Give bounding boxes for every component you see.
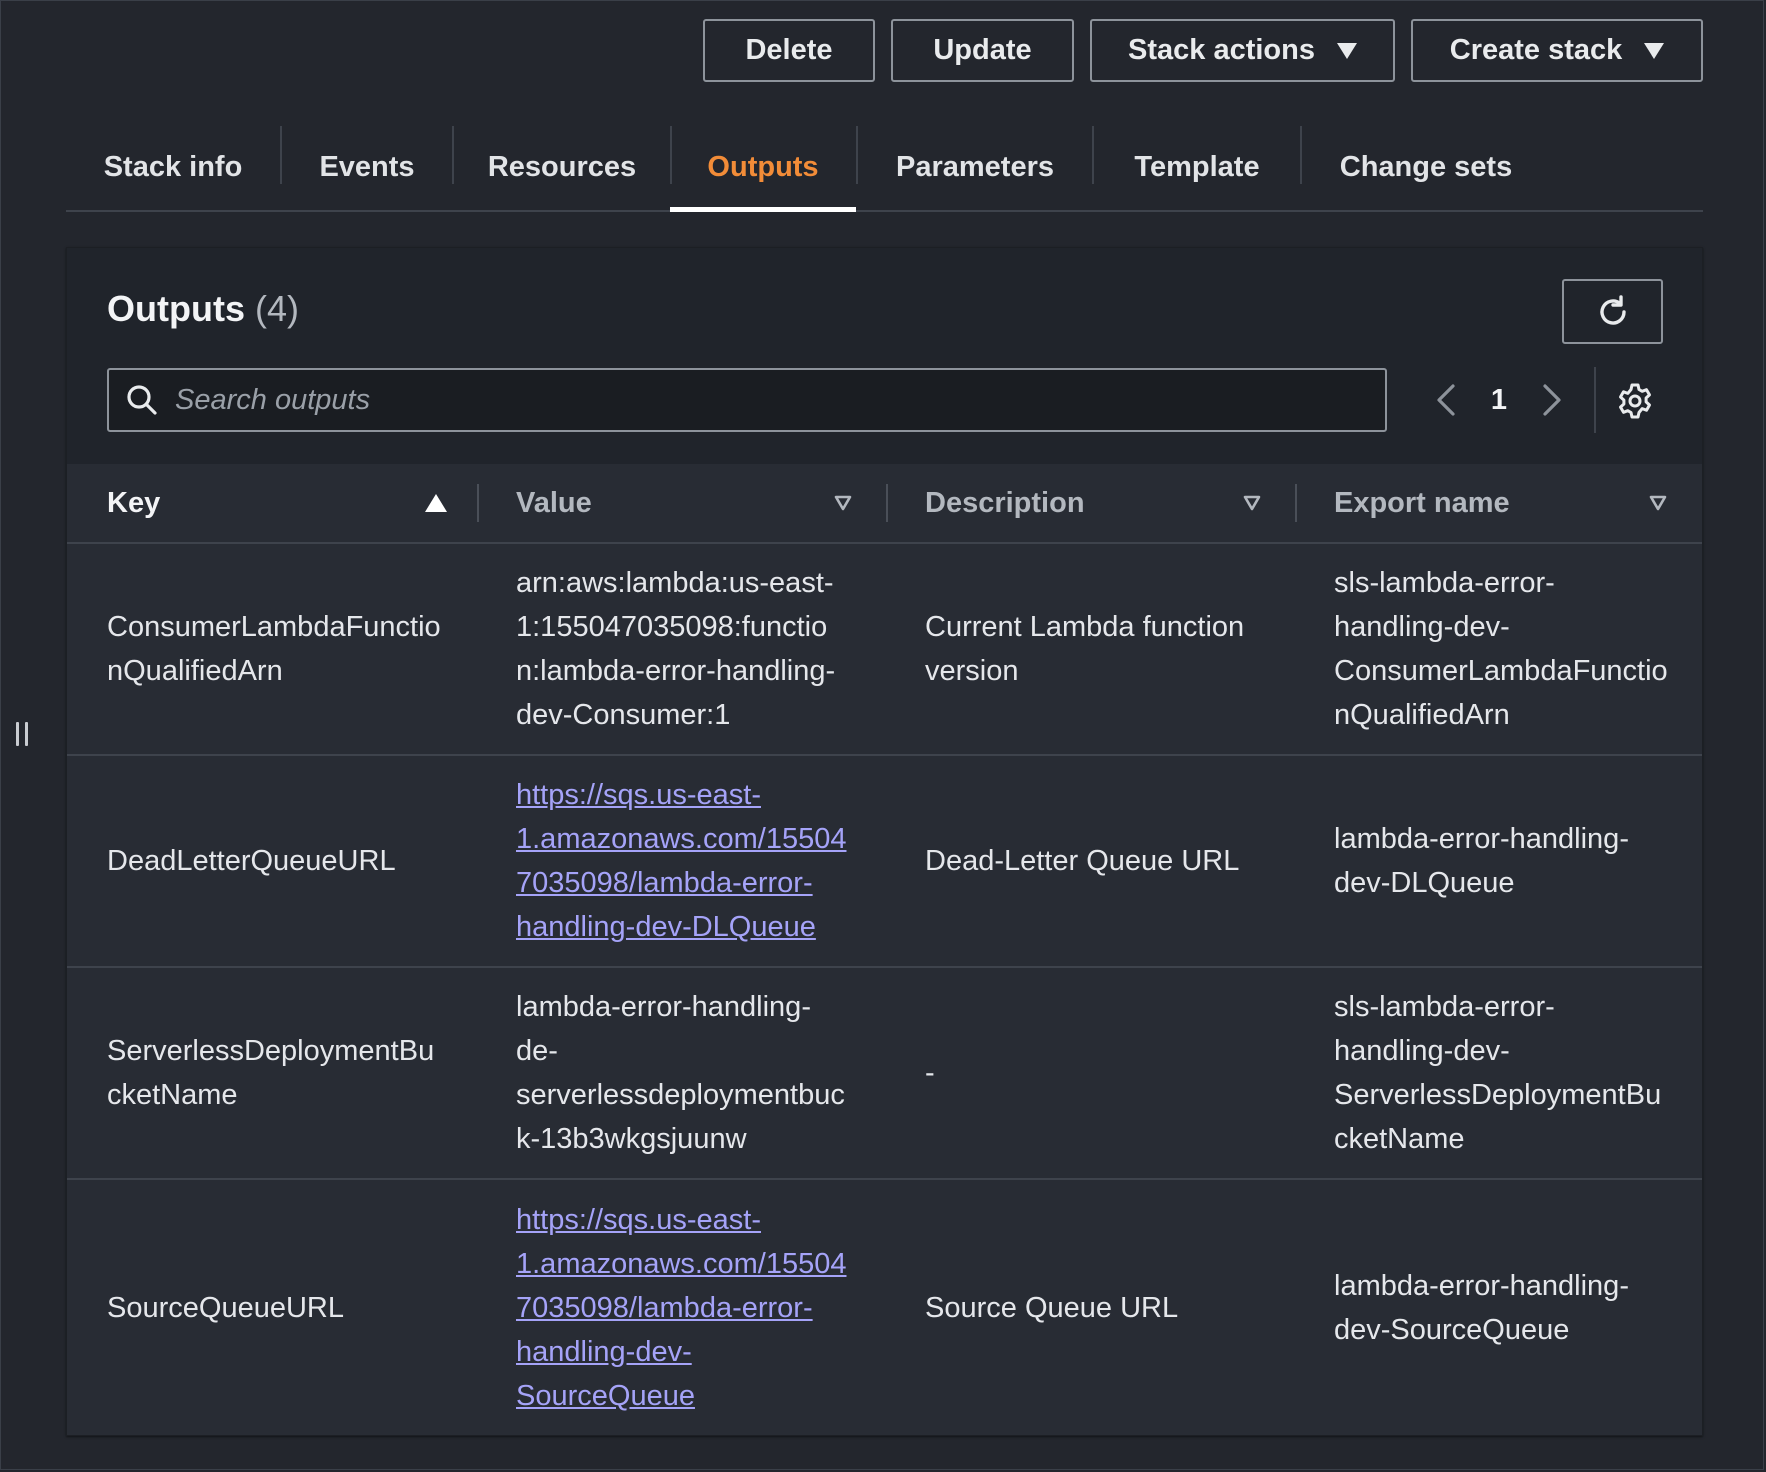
tab-label: Outputs [707,150,819,183]
preferences-button[interactable] [1615,381,1655,421]
sort-toggle-icon[interactable] [1649,495,1667,511]
description-text: Dead-Letter Queue URL [925,845,1240,877]
pager-divider [1594,367,1596,433]
tab-label: Events [319,150,415,183]
cell-value: https://sqs.us-east- 1.amazonaws.com/155… [516,1180,856,1435]
outputs-panel: Outputs (4) 1 K [66,247,1703,1436]
cell-description: Dead-Letter Queue URL [925,756,1265,966]
tab-label: Resources [487,150,637,183]
column-divider[interactable] [477,484,479,522]
search-field [107,368,1387,432]
value-text: lambda-error-handling- de- serverlessdep… [516,991,845,1155]
tab-events[interactable]: Events [282,124,452,210]
cell-key: DeadLetterQueueURL [107,756,437,966]
stack-actions-button[interactable]: Stack actions [1090,19,1395,82]
table-row: DeadLetterQueueURL https://sqs.us-east- … [67,756,1702,968]
cell-description: Current Lambda function version [925,544,1265,754]
delete-button[interactable]: Delete [703,19,875,82]
next-page-button[interactable] [1531,378,1571,422]
chevron-left-icon [1437,384,1455,416]
column-divider[interactable] [886,484,888,522]
description-text: Source Queue URL [925,1291,1179,1324]
key-text: ConsumerLambdaFunctio nQualifiedArn [107,611,441,687]
cell-export-name: sls-lambda-error- handling-dev- Serverle… [1334,968,1674,1178]
export-name-text: sls-lambda-error- handling-dev- Serverle… [1334,991,1662,1155]
create-stack-button[interactable]: Create stack [1411,19,1703,82]
key-text: DeadLetterQueueURL [107,845,396,877]
update-button[interactable]: Update [891,19,1074,82]
update-button-label: Update [933,34,1032,66]
cell-export-name: lambda-error-handling- dev-SourceQueue [1334,1180,1674,1435]
sort-toggle-icon[interactable] [1243,495,1261,511]
page-number-button[interactable]: 1 [1479,380,1519,420]
tab-label: Parameters [896,150,1054,183]
cell-export-name: sls-lambda-error- handling-dev- Consumer… [1334,544,1674,754]
cell-value: lambda-error-handling- de- serverlessdep… [516,968,856,1178]
table-row: SourceQueueURL https://sqs.us-east- 1.am… [67,1180,1702,1435]
export-name-text: lambda-error-handling- dev-SourceQueue [1334,1269,1629,1346]
tab-stack-info[interactable]: Stack info [66,124,280,210]
previous-page-button[interactable] [1427,378,1467,422]
panel-resize-handle[interactable] [16,722,30,748]
tab-template[interactable]: Template [1094,124,1300,210]
stack-actions-label: Stack actions [1128,34,1315,66]
key-text: SourceQueueURL [107,1291,344,1324]
tab-change-sets[interactable]: Change sets [1302,124,1550,210]
column-header-value[interactable]: Value [516,464,592,542]
value-link[interactable]: https://sqs.us-east- 1.amazonaws.com/155… [516,1198,846,1418]
sort-ascending-icon[interactable] [425,494,447,512]
value-link[interactable]: https://sqs.us-east- 1.amazonaws.com/155… [516,773,846,949]
cell-key: ServerlessDeploymentBu cketName [107,968,437,1178]
export-name-text: lambda-error-handling- dev-DLQueue [1334,823,1629,899]
table-row: ConsumerLambdaFunctio nQualifiedArn arn:… [67,544,1702,756]
tab-label: Stack info [103,150,243,183]
caret-down-icon [1644,42,1665,59]
search-input[interactable] [173,382,1385,418]
stack-tabs: Stack info Events Resources Outputs Para… [66,124,1703,212]
export-name-text: sls-lambda-error- handling-dev- Consumer… [1334,567,1668,731]
tab-label: Change sets [1339,150,1513,183]
column-header-export-name[interactable]: Export name [1334,464,1510,542]
column-header-description[interactable]: Description [925,464,1085,542]
delete-button-label: Delete [745,34,833,66]
gear-icon [1619,383,1651,419]
cell-key: ConsumerLambdaFunctio nQualifiedArn [107,544,441,754]
panel-count: (4) [255,288,299,329]
cell-description: - [925,968,1265,1178]
tab-parameters[interactable]: Parameters [858,124,1092,210]
key-text: ServerlessDeploymentBu cketName [107,1035,435,1111]
create-stack-label: Create stack [1449,34,1623,66]
sort-toggle-icon[interactable] [834,495,852,511]
cell-key: SourceQueueURL [107,1180,437,1435]
chevron-right-icon [1543,384,1561,416]
value-text: arn:aws:lambda:us-east- 1:155047035098:f… [516,567,836,731]
column-header-key[interactable]: Key [107,464,160,542]
description-text: Current Lambda function version [925,611,1245,687]
cell-export-name: lambda-error-handling- dev-DLQueue [1334,756,1674,966]
tab-label: Template [1134,150,1260,183]
caret-down-icon [1336,42,1357,59]
cell-value: https://sqs.us-east- 1.amazonaws.com/155… [516,756,856,966]
search-icon [127,385,157,415]
cell-description: Source Queue URL [925,1180,1265,1435]
refresh-button[interactable] [1562,279,1663,344]
cell-value: arn:aws:lambda:us-east- 1:155047035098:f… [516,544,856,754]
tab-outputs[interactable]: Outputs [670,124,856,212]
tab-resources[interactable]: Resources [454,124,670,210]
table-header: Key Value Description Export name [67,464,1702,544]
description-text: - [925,1057,935,1089]
refresh-icon [1599,294,1626,325]
panel-title: Outputs (4) [107,288,299,330]
table-row: ServerlessDeploymentBu cketName lambda-e… [67,968,1702,1180]
panel-title-text: Outputs [107,288,245,329]
column-divider[interactable] [1295,484,1297,522]
